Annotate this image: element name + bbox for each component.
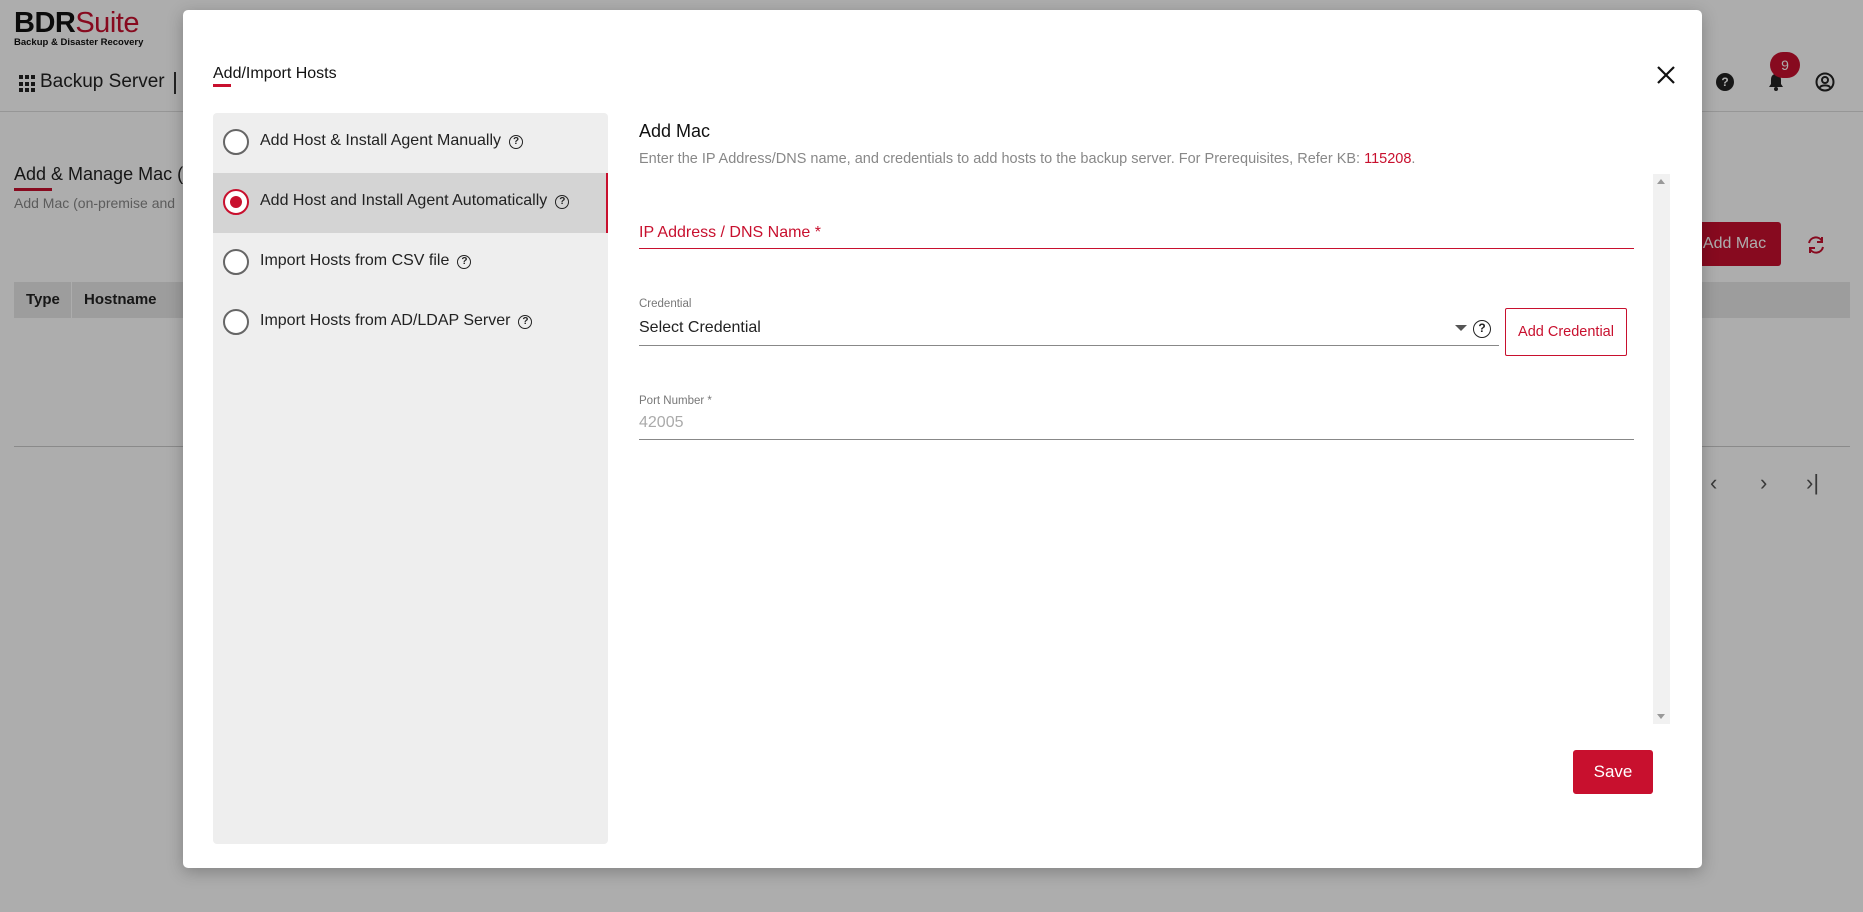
description-suffix: . xyxy=(1411,151,1416,167)
close-icon xyxy=(1657,66,1675,84)
radio-button-selected[interactable] xyxy=(223,189,249,215)
chevron-down-icon[interactable] xyxy=(1455,325,1467,331)
credential-help-icon[interactable]: ? xyxy=(1473,320,1491,338)
option-label: Import Hosts from AD/LDAP Server xyxy=(260,312,511,329)
help-icon[interactable]: ? xyxy=(457,255,472,269)
radio-button[interactable] xyxy=(223,129,249,155)
option-label: Add Host & Install Agent Manually xyxy=(260,132,502,149)
option-add-host-manually[interactable]: Add Host & Install Agent Manually? xyxy=(213,113,608,173)
port-number-caption: Port Number * xyxy=(639,395,712,407)
option-import-csv[interactable]: Import Hosts from CSV file? xyxy=(213,233,608,293)
scroll-up-icon[interactable] xyxy=(1657,179,1665,184)
form-scrollbar[interactable] xyxy=(1653,174,1670,724)
modal-title-underline xyxy=(213,84,231,87)
ip-dns-underline xyxy=(639,248,1634,249)
save-button[interactable]: Save xyxy=(1573,750,1653,794)
radio-button[interactable] xyxy=(223,249,249,275)
host-option-list: Add Host & Install Agent Manually? Add H… xyxy=(213,113,608,844)
help-icon[interactable]: ? xyxy=(555,195,570,209)
add-import-hosts-modal: Add/Import Hosts Add Host & Install Agen… xyxy=(183,10,1702,868)
credential-caption: Credential xyxy=(639,298,692,310)
description-text: Enter the IP Address/DNS name, and crede… xyxy=(639,151,1365,167)
form-heading: Add Mac xyxy=(639,121,711,141)
ip-dns-input[interactable] xyxy=(639,222,1634,248)
radio-button[interactable] xyxy=(223,309,249,335)
option-label: Import Hosts from CSV file xyxy=(260,252,450,269)
credential-selected-value: Select Credential xyxy=(639,319,761,336)
close-button[interactable] xyxy=(1653,62,1679,88)
option-add-host-automatically[interactable]: Add Host and Install Agent Automatically… xyxy=(213,173,608,233)
help-icon[interactable]: ? xyxy=(509,135,524,149)
form-description: Enter the IP Address/DNS name, and crede… xyxy=(639,151,1415,167)
credential-select[interactable]: Select Credential xyxy=(639,316,1499,346)
port-number-input[interactable]: 42005 xyxy=(639,414,684,432)
option-import-ad-ldap[interactable]: Import Hosts from AD/LDAP Server? xyxy=(213,293,608,353)
modal-title: Add/Import Hosts xyxy=(213,65,337,82)
help-icon[interactable]: ? xyxy=(518,315,533,329)
radio-dot xyxy=(230,196,242,208)
scroll-down-icon[interactable] xyxy=(1657,714,1665,719)
port-number-underline xyxy=(639,439,1634,440)
option-label: Add Host and Install Agent Automatically xyxy=(260,192,548,209)
add-credential-button[interactable]: Add Credential xyxy=(1505,308,1627,356)
kb-link[interactable]: 115208 xyxy=(1364,151,1411,167)
